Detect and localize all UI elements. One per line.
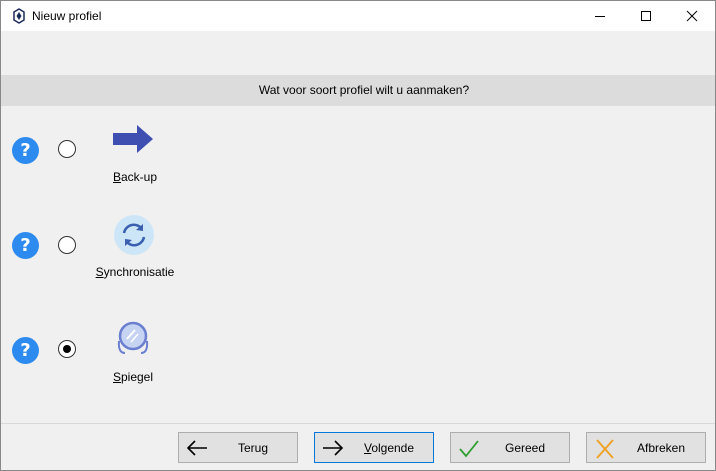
arrow-right-icon (113, 125, 153, 153)
help-mirror-icon[interactable]: ? (12, 337, 39, 364)
finish-button[interactable]: Gereed (450, 432, 570, 463)
help-backup-icon[interactable]: ? (12, 137, 39, 164)
finish-button-label: Gereed (504, 441, 546, 455)
window-title: Nieuw profiel (32, 9, 102, 23)
option-mirror-label[interactable]: Spiegel (102, 370, 164, 384)
back-button[interactable]: Terug (178, 432, 298, 463)
radio-mirror-selected-dot (63, 345, 71, 353)
maximize-icon (641, 11, 651, 21)
cancel-button-label: Afbreken (636, 441, 686, 455)
radio-sync[interactable] (58, 236, 76, 254)
option-sync-label[interactable]: Synchronisatie (94, 265, 176, 279)
app-icon (13, 8, 25, 24)
radio-backup[interactable] (58, 140, 76, 158)
arrow-right-icon (323, 440, 344, 456)
close-icon (686, 10, 698, 22)
bottom-separator (1, 423, 715, 424)
maximize-button[interactable] (623, 1, 669, 31)
option-backup-label[interactable]: Back-up (102, 170, 168, 184)
next-button[interactable]: Volgende (314, 432, 434, 463)
help-sync-icon[interactable]: ? (12, 232, 39, 259)
arrow-left-icon (186, 440, 207, 456)
question-header: Wat voor soort profiel wilt u aanmaken? (1, 75, 715, 106)
new-profile-dialog: Nieuw profiel Wat voor soort profiel wil… (0, 0, 716, 471)
mirror-icon (117, 321, 149, 354)
back-button-label: Terug (237, 441, 269, 455)
sync-icon (114, 215, 154, 255)
close-button[interactable] (669, 1, 715, 31)
question-text: Wat voor soort profiel wilt u aanmaken? (258, 83, 470, 97)
minimize-button[interactable] (577, 1, 623, 31)
next-button-label: Volgende (363, 441, 415, 455)
title-bar: Nieuw profiel (1, 1, 715, 31)
radio-mirror[interactable] (58, 340, 76, 358)
minimize-icon (595, 16, 605, 17)
cross-icon (596, 439, 614, 459)
checkmark-icon (459, 440, 479, 458)
cancel-button[interactable]: Afbreken (586, 432, 706, 463)
